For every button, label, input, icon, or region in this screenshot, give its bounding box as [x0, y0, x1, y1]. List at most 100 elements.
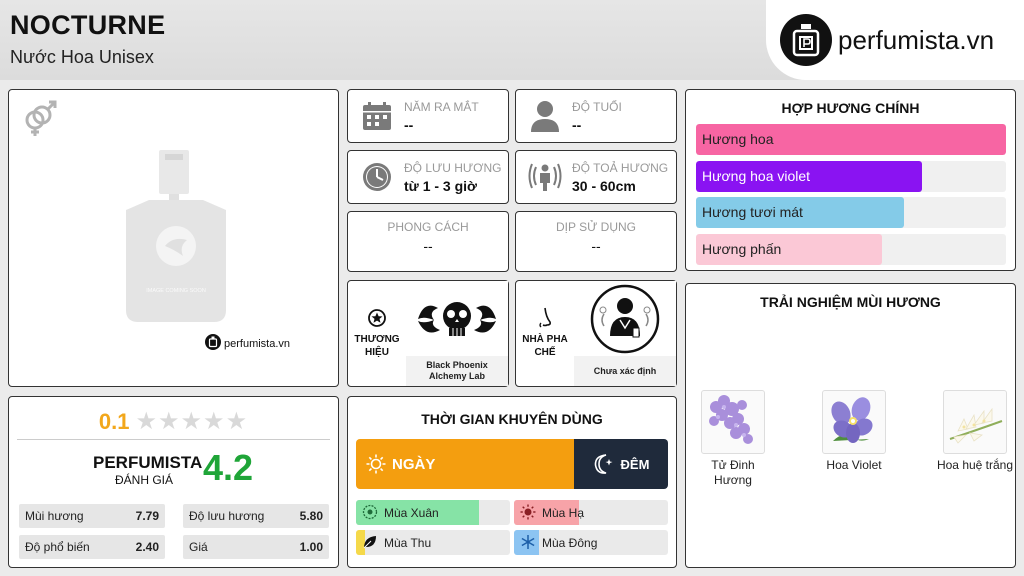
release-year-card: NĂM RA MẮT -- — [347, 89, 509, 143]
brand-label-line1: THƯƠNG — [354, 334, 400, 345]
person-icon — [530, 100, 560, 137]
season-spring: Mùa Xuân — [356, 500, 510, 525]
calendar-icon — [362, 101, 392, 136]
day-segment: NGÀY — [356, 439, 574, 489]
tuberose-icon — [943, 390, 1007, 454]
style-label: PHONG CÁCH — [387, 220, 469, 234]
release-year-label: NĂM RA MẮT — [404, 100, 479, 114]
stat-popularity: Độ phổ biến 2.40 — [19, 535, 165, 559]
longevity-value: từ 1 - 3 giờ — [404, 178, 477, 194]
lilac-icon — [701, 390, 765, 454]
star-badge-icon — [368, 309, 386, 332]
stat-scent: Mùi hương 7.79 — [19, 504, 165, 528]
perfumer-label-line1: NHÀ PHA — [522, 334, 568, 345]
site-logo[interactable]: perfumista.vn — [766, 0, 1024, 80]
perfumista-rating-label: PERFUMISTA — [93, 453, 203, 472]
stat-value: 7.79 — [135, 509, 159, 523]
perfumer-card[interactable]: NHÀ PHA CHẾ Chưa xác định — [515, 280, 677, 387]
sun-icon — [366, 454, 386, 474]
perfumer-label-line2: CHẾ — [534, 347, 556, 358]
night-segment: ĐÊM — [574, 439, 668, 489]
season-winter: Mùa Đông — [514, 530, 668, 555]
stat-label: Giá — [189, 540, 208, 554]
nose-icon — [536, 307, 554, 334]
violet-icon — [822, 390, 886, 454]
season-label: Mùa Thu — [384, 536, 432, 550]
note-item[interactable]: Hoa huệ trắng — [935, 390, 1015, 473]
gender-unisex-icon — [19, 98, 59, 143]
perfumista-score: 4.2 — [203, 447, 254, 488]
season-summer: Mùa Hạ — [514, 500, 668, 525]
spring-icon — [362, 504, 378, 523]
accord-label: Hương hoa violet — [702, 167, 811, 184]
occasion-label: DỊP SỬ DỤNG — [555, 220, 637, 234]
product-image-card: IMAGE COMING SOON perfumista.vn — [8, 89, 339, 387]
age-label: ĐỘ TUỔI — [572, 100, 622, 114]
occasion-value: -- — [591, 238, 601, 254]
clock-icon — [362, 162, 392, 197]
brand-logo-image — [406, 281, 508, 357]
note-item[interactable]: Tử Đinh Hương — [693, 390, 773, 488]
recommended-time-card: THỜI GIAN KHUYÊN DÙNG NGÀY ĐÊM Mùa Xuân … — [347, 396, 677, 568]
user-rating-row: 0.1 ★★★★★ — [9, 407, 338, 436]
accord-bar: Hương phấn — [696, 233, 1006, 265]
accord-label: Hương tươi mát — [702, 204, 803, 220]
stat-longevity: Độ lưu hương 5.80 — [183, 504, 329, 528]
accord-label: Hương phấn — [702, 240, 782, 257]
star-icon[interactable]: ★ — [158, 408, 180, 435]
star-rating[interactable]: ★★★★★ — [136, 407, 249, 436]
main-accords-title: HỢP HƯƠNG CHÍNH — [781, 100, 920, 116]
accord-label: Hương hoa — [702, 131, 774, 147]
moon-icon — [593, 453, 615, 475]
style-card: PHONG CÁCH -- — [347, 211, 509, 272]
rating-card: 0.1 ★★★★★ PERFUMISTA ĐÁNH GIÁ 4.2 Mùi hư… — [8, 396, 339, 568]
brand-label-line2: HIỆU — [365, 347, 389, 358]
brand-card[interactable]: THƯƠNG HIỆU Black Phoenix Alchemy Lab — [347, 280, 509, 387]
star-icon[interactable]: ★ — [203, 408, 225, 435]
night-label: ĐÊM — [620, 456, 650, 472]
sillage-card: ĐỘ TOẢ HƯƠNG 30 - 60cm — [515, 150, 677, 204]
stat-label: Độ lưu hương — [189, 509, 265, 523]
star-icon[interactable]: ★ — [181, 408, 203, 435]
sun-icon — [520, 504, 536, 523]
perfumer-label: NHÀ PHA CHẾ — [516, 333, 574, 359]
longevity-card: ĐỘ LƯU HƯƠNG từ 1 - 3 giờ — [347, 150, 509, 204]
day-label: NGÀY — [392, 455, 436, 473]
season-label: Mùa Đông — [542, 536, 598, 550]
sillage-value: 30 - 60cm — [572, 178, 636, 194]
page-subtitle: Nước Hoa Unisex — [10, 47, 154, 67]
accord-bar: Hương tươi mát — [696, 197, 1006, 228]
season-autumn: Mùa Thu — [356, 530, 510, 555]
longevity-label: ĐỘ LƯU HƯƠNG — [404, 161, 502, 175]
stat-value: 2.40 — [135, 540, 159, 554]
sillage-label: ĐỘ TOẢ HƯƠNG — [572, 161, 669, 175]
stat-value: 5.80 — [299, 509, 323, 523]
perfumista-rating-sublabel: ĐÁNH GIÁ — [115, 473, 174, 487]
note-name: Hoa huệ trắng — [936, 458, 1014, 472]
mini-logo: perfumista.vn — [205, 334, 290, 353]
style-value: -- — [423, 238, 433, 254]
stat-value: 1.00 — [299, 540, 323, 554]
star-icon[interactable]: ★ — [226, 408, 248, 435]
note-name: Tử Đinh Hương — [711, 458, 755, 487]
mini-logo-text: perfumista.vn — [224, 337, 291, 350]
perfume-bottle-placeholder-image: IMAGE COMING SOON — [121, 150, 231, 330]
age-value: -- — [572, 117, 582, 133]
season-label: Mùa Hạ — [542, 506, 585, 520]
recommended-time-title: THỜI GIAN KHUYÊN DÙNG — [421, 411, 603, 427]
page-title: NOCTURNE — [10, 10, 166, 40]
note-item[interactable]: Hoa Violet — [814, 390, 894, 473]
day-night-bar: NGÀY ĐÊM — [356, 439, 668, 489]
main-accords-card: HỢP HƯƠNG CHÍNH Hương hoa Hương hoa viole… — [685, 89, 1016, 271]
perfumer-name[interactable]: Chưa xác định — [574, 356, 676, 386]
star-icon[interactable]: ★ — [136, 408, 158, 435]
brand-name[interactable]: Black Phoenix Alchemy Lab — [406, 356, 508, 386]
image-coming-soon-text: IMAGE COMING SOON — [146, 288, 206, 294]
perfume-bottle-logo-icon — [780, 14, 832, 66]
stat-label: Mùi hương — [25, 509, 84, 523]
stat-label: Độ phổ biến — [25, 540, 90, 554]
header: NOCTURNE Nước Hoa Unisex perfumista.vn — [0, 0, 1024, 80]
snowflake-icon — [520, 534, 536, 553]
season-label: Mùa Xuân — [384, 506, 439, 520]
perfumer-image — [574, 281, 676, 357]
